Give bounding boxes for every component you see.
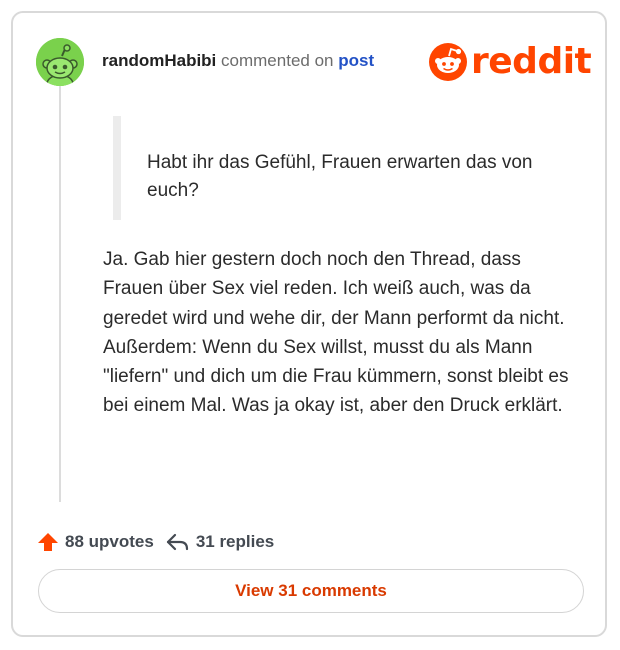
username[interactable]: randomHabibi (102, 51, 216, 70)
upvote-arrow-icon[interactable] (37, 531, 59, 553)
reply-count: 31 replies (195, 532, 275, 551)
comment-stats: 88 upvotes 31 replies (37, 531, 274, 553)
comment-body: Ja. Gab hier gestern doch noch den Threa… (103, 249, 569, 417)
quote-bar (113, 116, 121, 220)
reddit-wordmark: reddit (471, 41, 592, 82)
snoo-avatar-icon (36, 38, 84, 86)
view-comments-button[interactable]: View 31 comments (38, 569, 584, 613)
post-link[interactable]: post (338, 51, 374, 70)
reddit-logo: reddit (429, 41, 592, 82)
quoted-text: Habt ihr das Gefühl, Frauen erwarten das… (147, 152, 533, 201)
comment-header: randomHabibi commented on post (102, 51, 374, 71)
avatar[interactable] (36, 38, 84, 86)
reply-arrow-icon[interactable] (166, 532, 190, 552)
comment-card: randomHabibi commented on post reddit Ha… (11, 11, 607, 637)
reddit-alien-icon (429, 43, 467, 81)
action-text: commented on (221, 51, 334, 70)
upvote-count: 88 upvotes (65, 532, 154, 551)
thread-line (59, 84, 61, 502)
